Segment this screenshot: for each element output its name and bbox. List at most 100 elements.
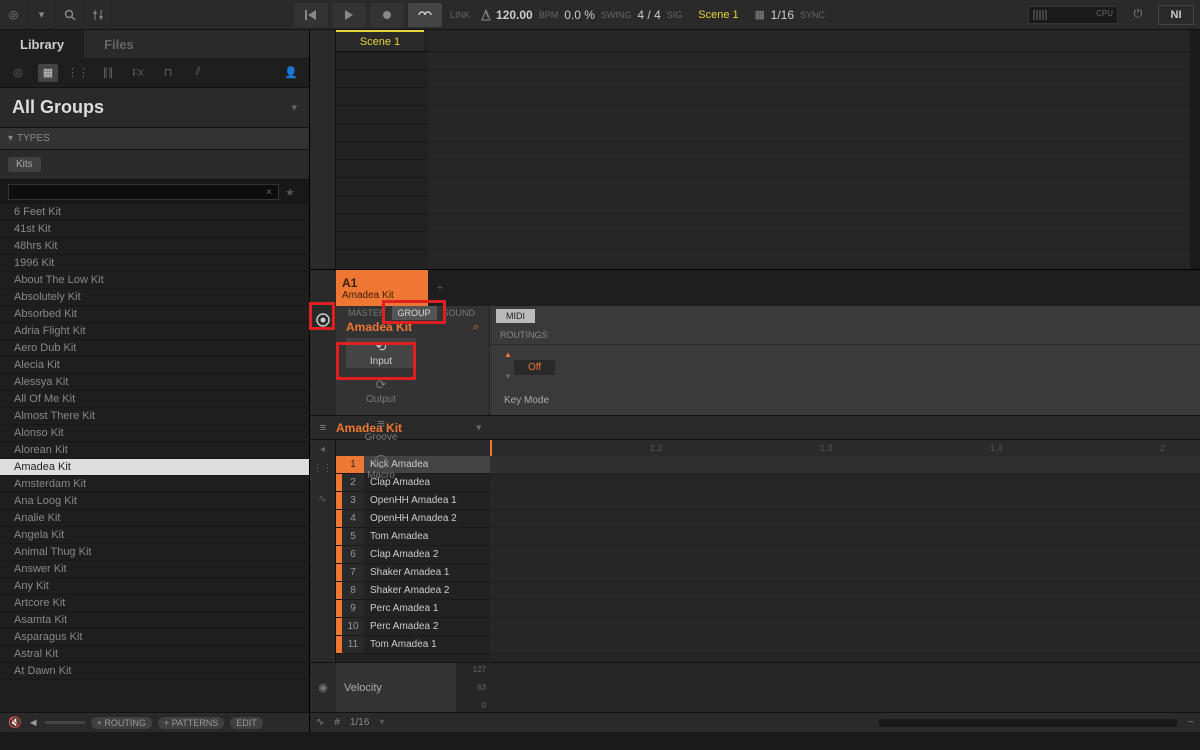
velocity-label[interactable]: Velocity xyxy=(336,663,456,712)
search-input[interactable]: × xyxy=(8,184,279,200)
kit-item[interactable]: Animal Thug Kit xyxy=(0,544,309,561)
filter-instruments-icon[interactable]: ∥∥ xyxy=(98,64,118,82)
all-groups-selector[interactable]: All Groups ▾ xyxy=(0,88,309,128)
pattern-grid-row[interactable] xyxy=(490,456,1200,474)
sound-row[interactable]: 11Tom Amadea 1 xyxy=(336,636,490,654)
automation-icon[interactable]: ∿ xyxy=(316,717,324,728)
pattern-grid-row[interactable] xyxy=(490,600,1200,618)
timeline-ruler[interactable]: 1.2 1.3 1.4 2 xyxy=(490,440,1200,456)
ni-logo-icon[interactable]: NI xyxy=(1158,5,1194,25)
kit-item[interactable]: Artcore Kit xyxy=(0,595,309,612)
kit-item[interactable]: Almost There Kit xyxy=(0,408,309,425)
arranger-scrollbar[interactable] xyxy=(1190,30,1200,269)
kit-item[interactable]: Any Kit xyxy=(0,578,309,595)
sound-row[interactable]: 9Perc Amadea 1 xyxy=(336,600,490,618)
sig-value[interactable]: 4 / 4 xyxy=(637,8,660,22)
pattern-grid-row[interactable] xyxy=(490,564,1200,582)
pattern-grid-row[interactable] xyxy=(490,636,1200,654)
pattern-grid-row[interactable] xyxy=(490,582,1200,600)
tab-library[interactable]: Library xyxy=(0,30,84,58)
kit-item[interactable]: 41st Kit xyxy=(0,221,309,238)
link-label[interactable]: LINK xyxy=(450,10,470,20)
volume-icon[interactable]: ◄ xyxy=(28,717,39,729)
dropdown-icon[interactable]: ▾ xyxy=(28,0,56,30)
filter-all-icon[interactable]: ◎ xyxy=(8,64,28,82)
add-group-button[interactable]: + xyxy=(428,270,452,306)
input-button[interactable]: ⟲ Input xyxy=(346,338,416,368)
midi-tab[interactable]: MIDI xyxy=(496,309,535,323)
kit-item[interactable]: At Dawn Kit xyxy=(0,663,309,680)
kit-item[interactable]: Alessya Kit xyxy=(0,374,309,391)
favorite-icon[interactable]: ★ xyxy=(285,186,301,199)
pattern-grid-row[interactable] xyxy=(490,528,1200,546)
pattern-grid-row[interactable] xyxy=(490,492,1200,510)
kit-item[interactable]: Answer Kit xyxy=(0,561,309,578)
kit-item[interactable]: About The Low Kit xyxy=(0,272,309,289)
velocity-icon[interactable]: ◉ xyxy=(310,663,336,712)
footer-patterns[interactable]: + PATTERNS xyxy=(158,717,224,729)
arranger-grid[interactable] xyxy=(428,30,1200,269)
kit-item[interactable]: All Of Me Kit xyxy=(0,391,309,408)
routing-value[interactable]: Off xyxy=(514,360,555,375)
kit-item[interactable]: Astral Kit xyxy=(0,646,309,663)
filter-sounds-icon[interactable]: ⋮⋮ xyxy=(68,64,88,82)
sound-row[interactable]: 10Perc Amadea 2 xyxy=(336,618,490,636)
kit-item[interactable]: Amadea Kit xyxy=(0,459,309,476)
metronome-icon[interactable] xyxy=(476,0,496,30)
kit-item[interactable]: Asamta Kit xyxy=(0,612,309,629)
zoom-out-icon[interactable]: − xyxy=(1188,717,1194,728)
clear-search-icon[interactable]: × xyxy=(266,187,272,198)
follow-icon[interactable]: ▦ xyxy=(749,0,771,30)
footer-routing[interactable]: + ROUTING xyxy=(91,717,152,729)
channel-icon-button[interactable] xyxy=(310,306,336,415)
grid-dropdown-icon[interactable]: ▾ xyxy=(379,717,384,728)
footer-edit[interactable]: EDIT xyxy=(230,717,263,729)
sound-row[interactable]: 8Shaker Amadea 2 xyxy=(336,582,490,600)
groove-button[interactable]: ≡ Groove xyxy=(346,414,416,444)
filter-loops-icon[interactable]: ⊓ xyxy=(158,64,178,82)
kit-item[interactable]: Alonso Kit xyxy=(0,425,309,442)
power-icon[interactable]: ⏻ xyxy=(1124,0,1152,30)
grid-snap-icon[interactable]: # xyxy=(334,717,340,728)
tab-sound[interactable]: SOUND xyxy=(437,306,482,320)
sound-row[interactable]: 6Clap Amadea 2 xyxy=(336,546,490,564)
pattern-grid-row[interactable] xyxy=(490,474,1200,492)
pattern-grid-row[interactable] xyxy=(490,546,1200,564)
filter-oneshots-icon[interactable]: ⫽ xyxy=(188,64,208,82)
sound-row[interactable]: 4OpenHH Amadea 2 xyxy=(336,510,490,528)
kit-item[interactable]: Absolutely Kit xyxy=(0,289,309,306)
kit-item[interactable]: 48hrs Kit xyxy=(0,238,309,255)
user-content-icon[interactable]: 👤 xyxy=(281,64,301,82)
kit-item[interactable]: Ana Loog Kit xyxy=(0,493,309,510)
kit-item[interactable]: Alorean Kit xyxy=(0,442,309,459)
preview-icon[interactable]: 🔇 xyxy=(8,716,22,729)
filter-groups-icon[interactable]: ▦ xyxy=(38,64,58,82)
pattern-grid[interactable]: 1.2 1.3 1.4 2 xyxy=(490,440,1200,662)
grid-value[interactable]: 1/16 xyxy=(350,717,369,728)
kit-item[interactable]: 1996 Kit xyxy=(0,255,309,272)
kit-item[interactable]: Amsterdam Kit xyxy=(0,476,309,493)
sound-row[interactable]: 5Tom Amadea xyxy=(336,528,490,546)
maschine-logo-icon[interactable]: ◎ xyxy=(0,0,28,30)
control-search-icon[interactable]: ⌕ xyxy=(473,321,479,334)
macro-button[interactable]: ◯ Macro xyxy=(346,452,416,482)
output-button[interactable]: ⟳ Output xyxy=(346,376,416,406)
routing-arrows-icon[interactable]: ▲▼ xyxy=(504,351,512,381)
scene-tab-1[interactable]: Scene 1 xyxy=(336,30,424,51)
sound-row[interactable]: 7Shaker Amadea 1 xyxy=(336,564,490,582)
play-button[interactable] xyxy=(332,3,366,27)
grid-icon[interactable]: ⋮⋮ xyxy=(313,463,333,474)
kit-item[interactable]: Analie Kit xyxy=(0,510,309,527)
kit-item[interactable]: Aero Dub Kit xyxy=(0,340,309,357)
waveform-icon[interactable]: ∿ xyxy=(318,494,326,505)
kit-item[interactable]: 6 Feet Kit xyxy=(0,204,309,221)
loop-button[interactable] xyxy=(408,3,442,27)
sync-value[interactable]: 1/16 xyxy=(771,8,794,22)
kit-item[interactable]: Angela Kit xyxy=(0,527,309,544)
restart-button[interactable] xyxy=(294,3,328,27)
types-header[interactable]: ▾TYPES xyxy=(0,128,309,150)
kit-item[interactable]: Asparagus Kit xyxy=(0,629,309,646)
record-button[interactable] xyxy=(370,3,404,27)
tab-files[interactable]: Files xyxy=(84,30,154,58)
search-icon[interactable] xyxy=(56,0,84,30)
